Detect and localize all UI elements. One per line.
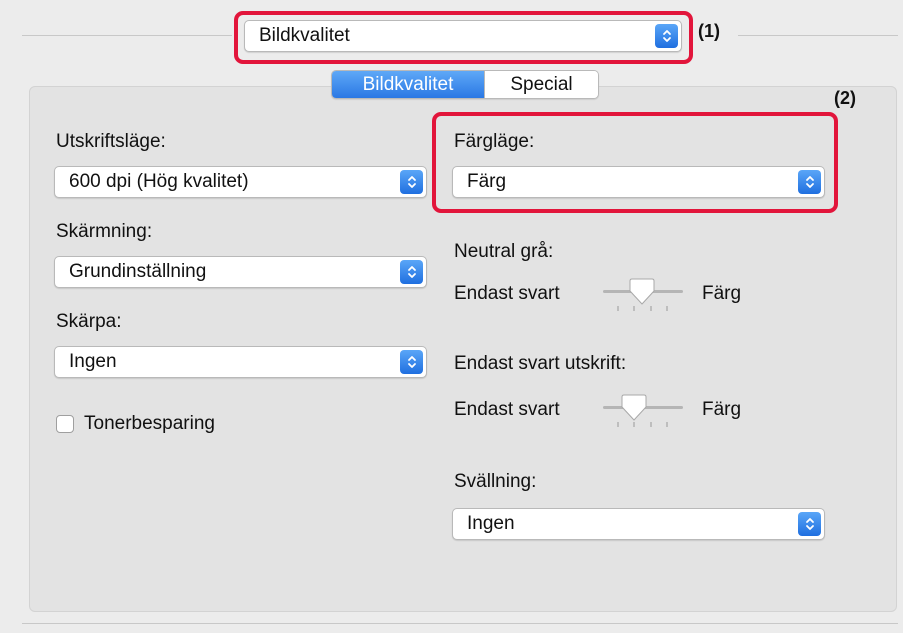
neutral-gray-left-label: Endast svart <box>454 283 560 304</box>
slider-ticks <box>617 306 668 311</box>
sharpness-value: Ingen <box>69 351 117 372</box>
callout-number-2: (2) <box>834 88 856 108</box>
highlight-box-1 <box>234 11 693 64</box>
sharpness-label: Skärpa: <box>56 311 122 332</box>
slider-ticks <box>617 422 668 427</box>
black-only-print-left-label: Endast svart <box>454 399 560 420</box>
chevron-updown-icon <box>400 350 423 374</box>
separator-top-right <box>738 35 898 36</box>
chevron-updown-icon <box>798 512 821 536</box>
tab-bildkvalitet[interactable]: Bildkvalitet <box>332 71 484 98</box>
neutral-gray-right-label: Färg <box>702 283 742 304</box>
chevron-updown-icon <box>400 170 423 194</box>
neutral-gray-label: Neutral grå: <box>454 241 554 262</box>
print-mode-value: 600 dpi (Hög kvalitet) <box>69 171 249 192</box>
swelling-popup[interactable]: Ingen <box>452 508 825 540</box>
separator-bottom <box>22 623 898 624</box>
tab-bar: Bildkvalitet Special <box>331 70 599 99</box>
black-only-print-label: Endast svart utskrift: <box>454 353 627 374</box>
neutral-gray-slider[interactable] <box>603 278 683 318</box>
screening-popup[interactable]: Grundinställning <box>54 256 427 288</box>
print-mode-popup[interactable]: 600 dpi (Hög kvalitet) <box>54 166 427 198</box>
swelling-label: Svällning: <box>454 471 537 492</box>
callout-number-1: (1) <box>698 21 720 41</box>
black-only-print-right-label: Färg <box>702 399 742 420</box>
separator-top-left <box>22 35 232 36</box>
black-only-print-slider[interactable] <box>603 394 683 434</box>
screening-label: Skärmning: <box>56 221 153 242</box>
toner-save-checkbox[interactable] <box>56 415 74 433</box>
slider-thumb[interactable] <box>620 394 648 422</box>
chevron-updown-icon <box>400 260 423 284</box>
screening-value: Grundinställning <box>69 261 207 282</box>
tab-special[interactable]: Special <box>484 71 598 98</box>
swelling-value: Ingen <box>467 513 515 534</box>
toner-save-label: Tonerbesparing <box>84 413 215 434</box>
sharpness-popup[interactable]: Ingen <box>54 346 427 378</box>
highlight-box-2 <box>432 112 838 213</box>
print-mode-label: Utskriftsläge: <box>56 131 166 152</box>
slider-thumb[interactable] <box>628 278 656 306</box>
